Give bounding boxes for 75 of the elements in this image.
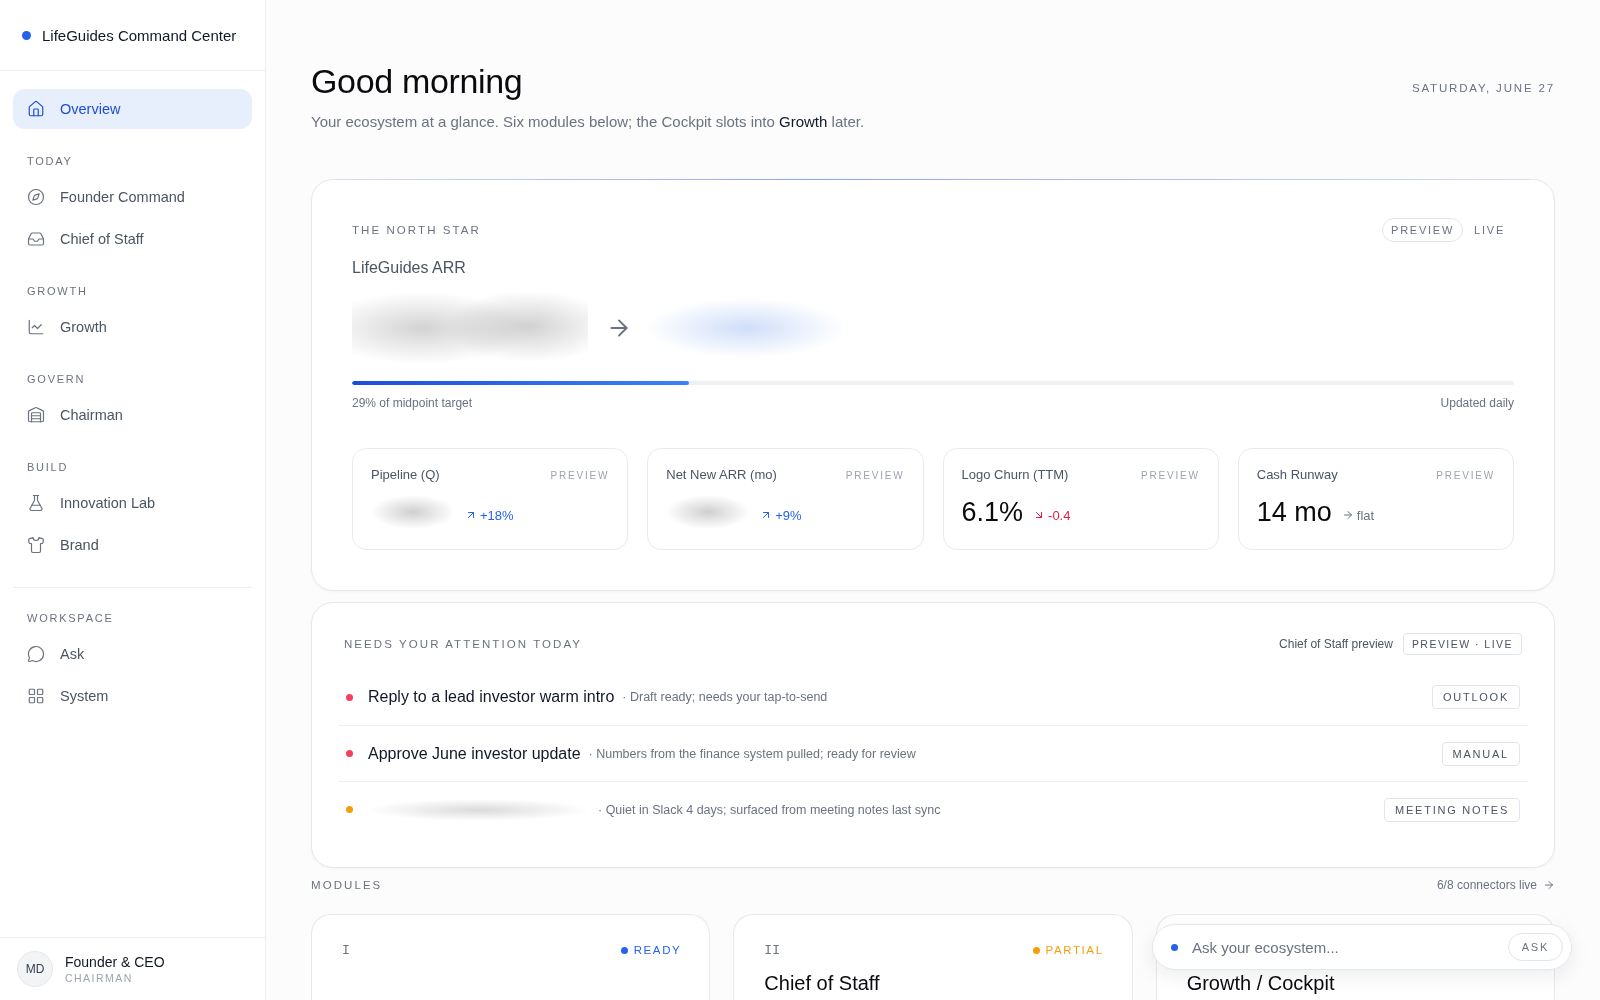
sidebar-item[interactable]: Founder Command <box>13 177 252 217</box>
source-label: Chief of Staff preview <box>1279 637 1393 651</box>
brand-dot-icon <box>22 30 31 40</box>
speech-bubble-icon <box>27 645 45 663</box>
date-label: SATURDAY, JUNE 27 <box>1411 82 1555 94</box>
kpi-label: Logo Churn (TTM) <box>961 467 1069 483</box>
page-title: Good morning <box>311 61 523 102</box>
module-title: Chief of Staff <box>764 972 880 995</box>
sidebar-item[interactable]: Chief of Staff <box>13 219 252 259</box>
trend-value: -0.4 <box>1048 507 1071 523</box>
kpi-label: Cash Runway <box>1256 467 1338 483</box>
brand-name: LifeGuides Command Center <box>42 26 237 44</box>
source-tag: MEETING NOTES <box>1384 797 1520 822</box>
grid-icon <box>27 687 45 705</box>
sidebar-item[interactable]: Growth <box>13 307 252 347</box>
arrow-up-right-icon <box>465 509 477 521</box>
module-status: READY <box>633 944 682 956</box>
kpi-value: 14 mo <box>1256 496 1332 528</box>
module-title: Growth / Cockpit <box>1186 972 1335 995</box>
kpi-label: Net New ARR (mo) <box>666 467 777 483</box>
trend-value: flat <box>1356 507 1375 523</box>
trend-value: +9% <box>775 507 802 523</box>
task-title: Approve June investor update <box>368 744 581 763</box>
task-detail: · Numbers from the finance system pulled; ready for review <box>588 746 916 761</box>
dot-icon <box>1171 943 1178 951</box>
source-tag: OUTLOOK <box>1431 685 1520 709</box>
preview-label: PREVIEW <box>1141 469 1200 481</box>
mode-tag: PREVIEW · LIVE <box>1402 633 1522 655</box>
sidebar-item[interactable]: Brand <box>13 525 252 565</box>
sidebar-item[interactable]: Overview <box>13 89 252 129</box>
flask-icon <box>27 494 45 512</box>
kpi-value: 6.1% <box>961 496 1024 528</box>
house-icon <box>27 100 45 118</box>
compass-icon <box>27 188 45 206</box>
sidebar-item[interactable]: System <box>13 676 252 716</box>
metric-name: LifeGuides ARR <box>352 258 466 278</box>
source-tag: MANUAL <box>1441 741 1520 766</box>
section-label: GROWTH <box>27 284 88 299</box>
arrow-right-icon <box>1543 879 1555 891</box>
module-numeral: I <box>342 942 350 958</box>
task-title: Reply to a lead investor warm intro <box>368 688 615 706</box>
task-detail: · Draft ready; needs your tap-to-send <box>622 690 828 704</box>
section-label: TODAY <box>27 154 73 169</box>
connectors-link[interactable]: 6/8 connectors live <box>1436 878 1555 892</box>
section-label: MODULES <box>311 879 383 891</box>
progress-caption: 29% of midpoint target <box>352 395 473 411</box>
inbox-icon <box>27 230 45 248</box>
module-numeral: II <box>764 942 780 958</box>
avatar: MD <box>17 951 53 987</box>
building-icon <box>27 406 45 424</box>
trend-value: +18% <box>480 507 514 523</box>
page-subtitle: Your ecosystem at a glance. Six modules below; the Cockpit slots into Growth later. <box>311 112 865 132</box>
preview-label: PREVIEW <box>1436 469 1495 481</box>
update-note: Updated daily <box>1440 395 1514 411</box>
section-label: THE NORTH STAR <box>352 224 481 236</box>
section-label: BUILD <box>27 460 69 475</box>
mode-tab[interactable]: PREVIEW <box>1382 218 1464 242</box>
user-role: CHAIRMAN <box>65 972 133 984</box>
user-name: Founder & CEO <box>65 954 165 970</box>
sidebar-item[interactable]: Innovation Lab <box>13 483 252 523</box>
shirt-icon <box>27 536 45 554</box>
kpi-label: Pipeline (Q) <box>371 467 440 483</box>
ask-button[interactable]: ASK <box>1507 933 1563 961</box>
line-chart-icon <box>27 318 45 336</box>
task-detail: · Quiet in Slack 4 days; surfaced from meeting notes last sync <box>598 802 941 817</box>
sidebar-item[interactable]: Ask <box>13 634 252 674</box>
section-label: WORKSPACE <box>27 611 114 626</box>
section-label: NEEDS YOUR ATTENTION TODAY <box>344 638 583 650</box>
arrow-right-icon <box>1341 509 1354 521</box>
section-label: GOVERN <box>27 372 86 387</box>
module-status: PARTIAL <box>1045 944 1104 956</box>
ask-field[interactable]: Ask your ecosystem... ASK <box>1152 924 1572 970</box>
preview-label: PREVIEW <box>550 469 610 481</box>
preview-label: PREVIEW <box>845 469 905 481</box>
sidebar-item[interactable]: Chairman <box>13 395 252 435</box>
